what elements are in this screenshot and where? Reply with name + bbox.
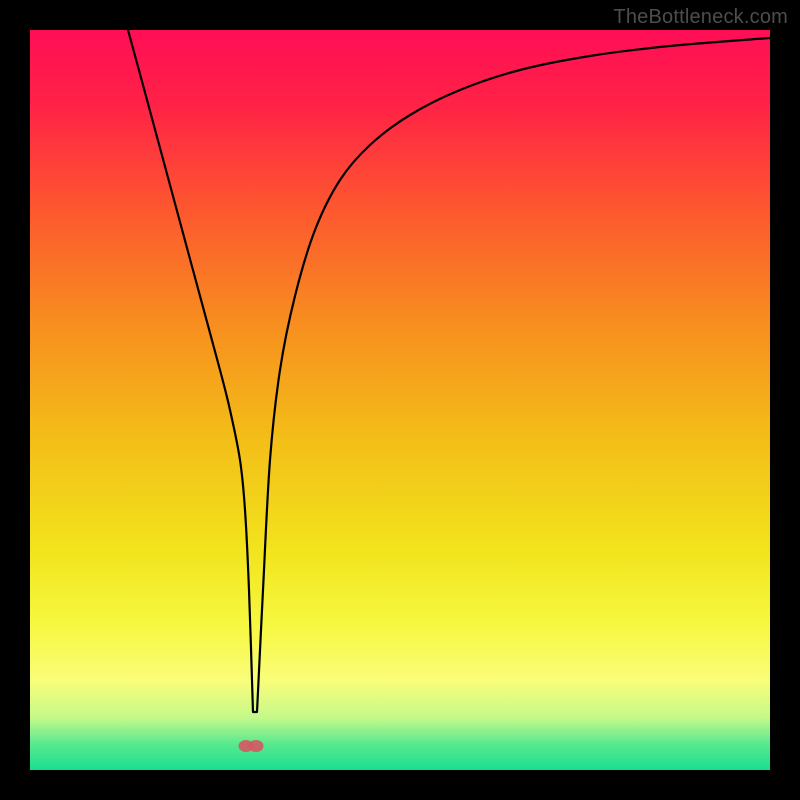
bottleneck-chart — [30, 30, 770, 770]
watermark-text: TheBottleneck.com — [613, 6, 788, 29]
chart-frame: TheBottleneck.com — [0, 0, 800, 800]
chart-background — [30, 30, 770, 770]
minimum-marker — [239, 740, 264, 752]
